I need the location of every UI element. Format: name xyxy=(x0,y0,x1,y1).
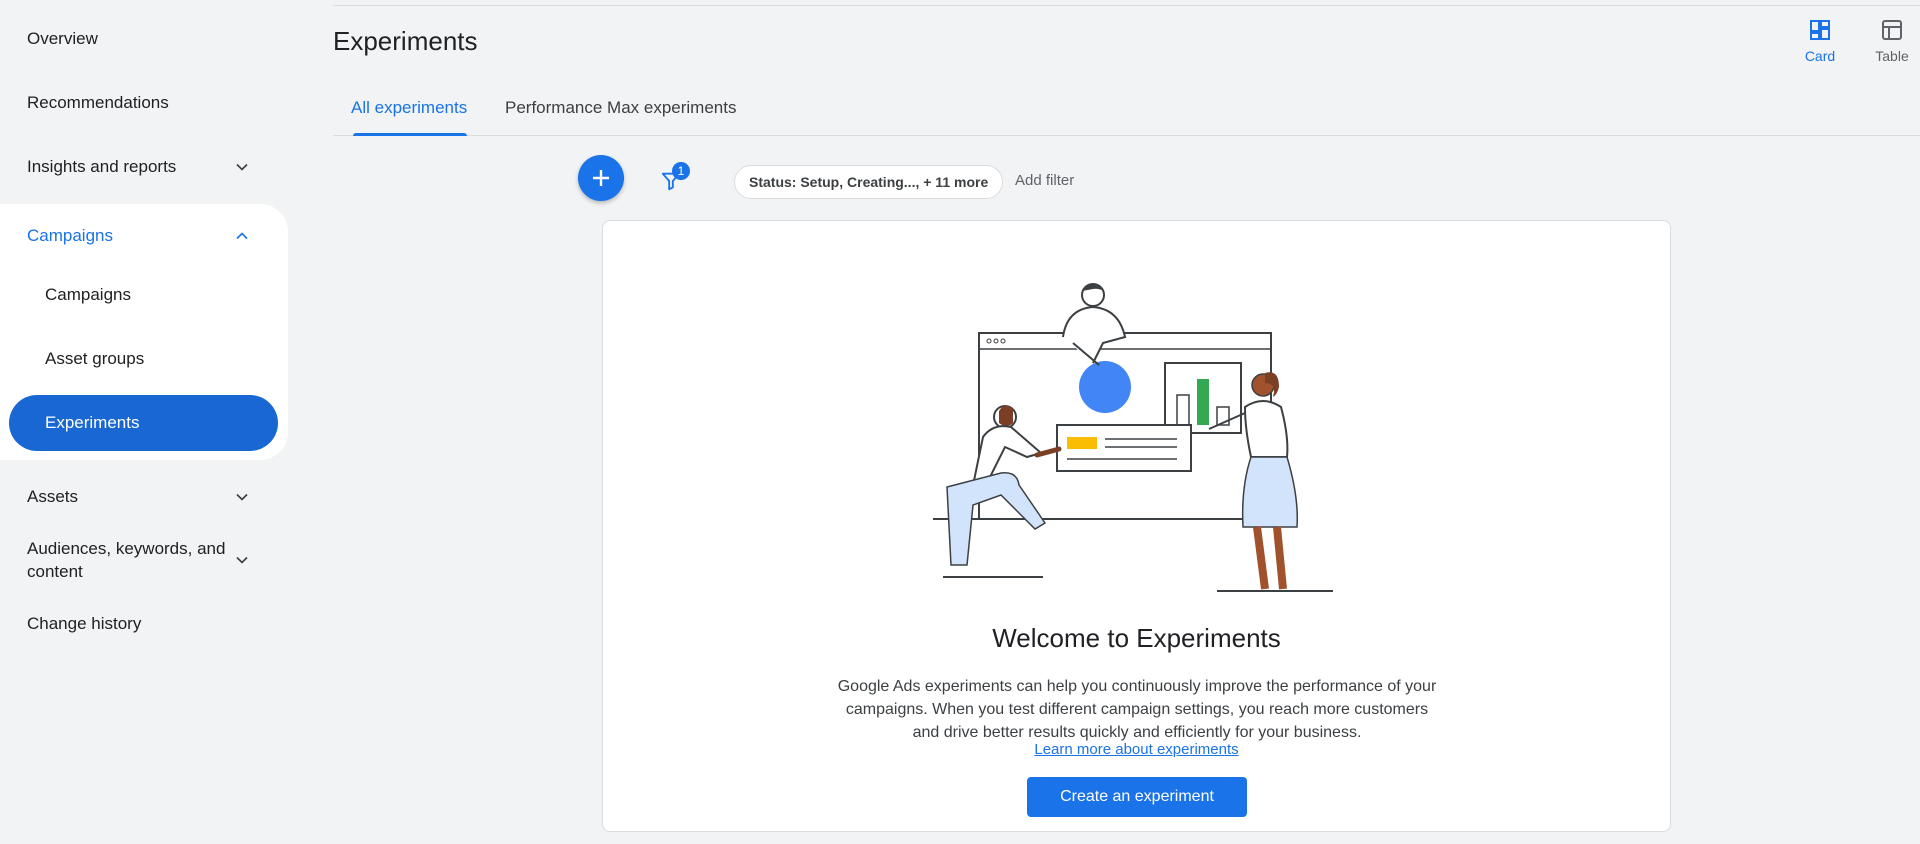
label-line-1: Audiences, keywords, and xyxy=(27,539,226,558)
sidebar-item-overview[interactable]: Overview xyxy=(0,24,290,54)
sidebar-item-recommendations[interactable]: Recommendations xyxy=(0,88,290,118)
sidebar-nav: Overview Recommendations Insights and re… xyxy=(0,0,290,844)
sidebar-item-label: Overview xyxy=(27,29,98,48)
experiments-illustration xyxy=(933,283,1333,592)
card-view-button[interactable]: Card xyxy=(1790,18,1850,64)
chevron-down-icon xyxy=(232,487,252,507)
sidebar-item-insights[interactable]: Insights and reports xyxy=(0,152,290,182)
tab-bar: All experiments Performance Max experime… xyxy=(333,90,1920,136)
active-tab-indicator xyxy=(353,133,467,136)
sidebar-item-label: Experiments xyxy=(45,413,140,432)
sidebar-item-assets[interactable]: Assets xyxy=(0,482,290,512)
empty-state-description: Google Ads experiments can help you cont… xyxy=(837,678,1437,741)
sidebar-item-label: Change history xyxy=(27,614,142,633)
filter-count-badge: 1 xyxy=(672,162,690,180)
tab-performance-max-experiments[interactable]: Performance Max experiments xyxy=(505,90,736,136)
chevron-down-icon xyxy=(232,550,252,570)
table-view-button[interactable]: Table xyxy=(1862,18,1920,64)
sidebar-item-label: Recommendations xyxy=(27,93,169,112)
learn-more-link[interactable]: Learn more about experiments xyxy=(603,741,1670,758)
sidebar-item-audiences[interactable]: Audiences, keywords, and content xyxy=(0,534,290,586)
campaigns-nav-group: Campaigns Campaigns Asset groups Experim… xyxy=(0,204,288,460)
sidebar-item-campaigns[interactable]: Campaigns xyxy=(0,267,288,323)
add-experiment-button[interactable] xyxy=(578,155,624,201)
tab-all-experiments[interactable]: All experiments xyxy=(351,90,467,136)
label-line-2: content xyxy=(27,562,83,581)
status-filter-chip[interactable]: Status: Setup, Creating..., + 11 more xyxy=(734,165,1004,199)
sidebar-item-label: Asset groups xyxy=(45,349,145,368)
table-view-label: Table xyxy=(1875,48,1909,64)
sidebar-item-campaigns-group[interactable]: Campaigns xyxy=(0,216,288,256)
chevron-up-icon xyxy=(232,226,252,246)
page-title: Experiments xyxy=(333,26,478,56)
sidebar-item-label: Insights and reports xyxy=(27,157,177,176)
sidebar-item-label: Assets xyxy=(27,487,79,506)
empty-state-card: Welcome to Experiments Google Ads experi… xyxy=(602,220,1671,832)
sidebar-item-label: Audiences, keywords, and content xyxy=(27,537,225,583)
add-filter-button[interactable]: Add filter xyxy=(1015,172,1074,189)
dashboard-icon xyxy=(1810,20,1830,40)
create-experiment-button[interactable]: Create an experiment xyxy=(1027,777,1247,817)
empty-state-title: Welcome to Experiments xyxy=(992,623,1281,653)
filter-button[interactable]: 1 xyxy=(656,162,690,194)
sidebar-item-change-history[interactable]: Change history xyxy=(0,609,290,639)
sidebar-item-label: Campaigns xyxy=(45,285,131,304)
sidebar-item-label: Campaigns xyxy=(27,226,113,245)
card-view-label: Card xyxy=(1804,48,1836,64)
sidebar-item-asset-groups[interactable]: Asset groups xyxy=(0,331,288,387)
sidebar-item-experiments[interactable]: Experiments xyxy=(9,395,278,451)
chevron-down-icon xyxy=(232,157,252,177)
top-divider xyxy=(333,5,1920,6)
plus-icon xyxy=(593,170,609,186)
table-icon xyxy=(1882,20,1902,40)
